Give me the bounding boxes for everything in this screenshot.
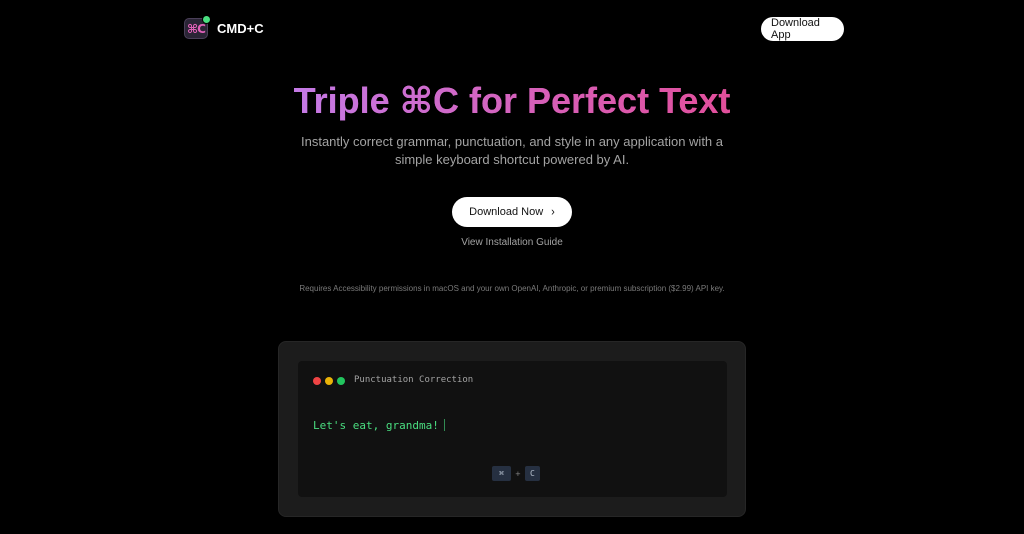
- logo-glyph: ⌘C: [187, 21, 206, 36]
- c-key: C: [524, 466, 540, 481]
- landing-page: ⌘C CMD+C Download App Triple ⌘C for Perf…: [0, 0, 1024, 534]
- chevron-right-icon: ›: [551, 205, 555, 219]
- shortcut-separator: +: [515, 469, 521, 478]
- download-now-button[interactable]: Download Now ›: [452, 197, 572, 227]
- installation-guide-label[interactable]: View Installation Guide: [461, 237, 563, 248]
- demo-text-line: Let's eat, grandma!: [313, 419, 445, 432]
- status-dot-icon: [202, 15, 211, 24]
- demo-window-frame: Punctuation Correction Let's eat, grandm…: [278, 341, 746, 517]
- maximize-dot-icon: [337, 377, 345, 385]
- window-controls: [313, 377, 345, 385]
- demo-window-title: Punctuation Correction: [354, 375, 474, 385]
- command-c-logo-icon: ⌘C: [184, 15, 211, 39]
- brand-name: CMD+C: [217, 21, 264, 36]
- hero-title: Triple ⌘C for Perfect Text: [0, 80, 1024, 122]
- brand-logo[interactable]: ⌘C CMD+C: [184, 15, 264, 39]
- download-app-button[interactable]: Download App: [761, 17, 844, 41]
- download-now-label: Download Now: [469, 206, 544, 218]
- keyboard-shortcut: ⌘ + C: [492, 466, 540, 481]
- demo-text: Let's eat, grandma!: [313, 419, 439, 432]
- demo-window: Punctuation Correction Let's eat, grandm…: [298, 361, 727, 497]
- close-dot-icon: [313, 377, 321, 385]
- hero-subtitle: Instantly correct grammar, punctuation, …: [301, 134, 723, 167]
- installation-guide-link[interactable]: View Installation Guide: [0, 237, 1024, 248]
- requirements-note: Requires Accessibility permissions in ma…: [299, 284, 725, 293]
- command-key-icon: ⌘: [492, 466, 511, 481]
- hero-title-text: Triple ⌘C for Perfect Text: [293, 80, 731, 121]
- minimize-dot-icon: [325, 377, 333, 385]
- text-cursor: [443, 419, 445, 431]
